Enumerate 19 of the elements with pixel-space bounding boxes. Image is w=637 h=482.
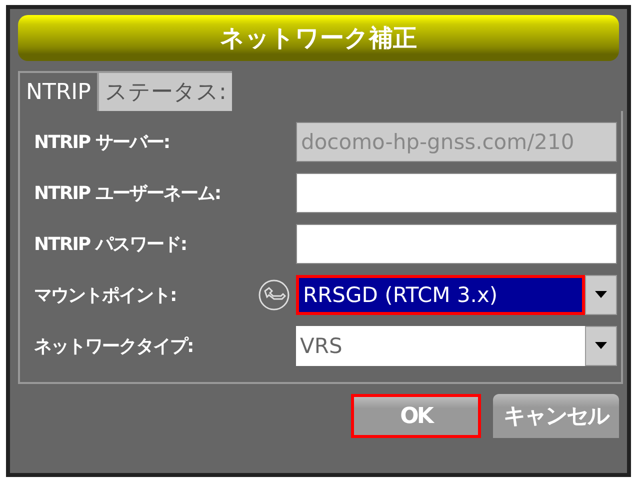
wrench-icon[interactable] <box>258 278 290 310</box>
field-label: NTRIP ユーザーネーム: <box>34 182 222 204</box>
dropdown-button[interactable] <box>585 274 617 314</box>
input-field[interactable] <box>296 224 617 264</box>
dropdown-button[interactable] <box>585 326 617 366</box>
input-field[interactable] <box>296 172 617 212</box>
tab[interactable]: ステータス: <box>98 71 232 111</box>
field-label: マウントポイント: <box>34 284 178 306</box>
window-title: ネットワーク補正 <box>18 15 619 61</box>
tab[interactable]: NTRIP <box>18 71 99 111</box>
field-label: NTRIP パスワード: <box>34 232 188 256</box>
field-label: ネットワークタイプ: <box>34 334 194 358</box>
caret-icon <box>595 342 607 349</box>
dropdown-value: VRS <box>299 332 344 360</box>
dialog-button[interactable]: キャンセル <box>493 394 619 438</box>
dialog-button[interactable]: OK <box>351 394 481 438</box>
dropdown[interactable]: VRS <box>296 326 617 366</box>
caret-icon <box>595 291 607 298</box>
field-label: NTRIP サーバー: <box>34 130 171 154</box>
